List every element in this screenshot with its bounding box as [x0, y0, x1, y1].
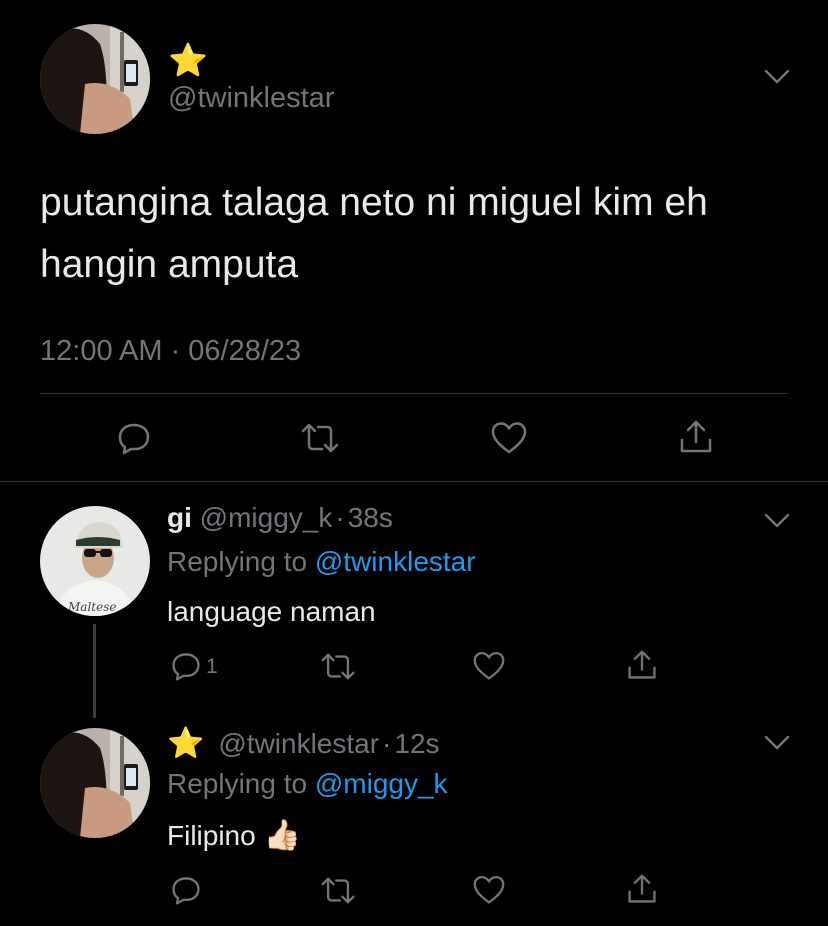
chevron-down-icon[interactable] — [764, 512, 790, 530]
main-tweet: ⭐ @twinklestar putangina talaga neto ni … — [0, 0, 828, 482]
replying-to: Replying to @twinklestar — [167, 544, 476, 580]
reply-icon[interactable] — [170, 650, 202, 682]
chevron-down-icon[interactable] — [764, 734, 790, 752]
retweet-icon[interactable] — [300, 422, 340, 454]
avatar[interactable]: Maltese — [40, 506, 150, 616]
user-handle[interactable]: @miggy_k — [200, 502, 333, 533]
replying-prefix: Replying to — [167, 546, 308, 577]
reply-time[interactable]: 12s — [394, 728, 439, 759]
replying-prefix: Replying to — [167, 768, 308, 799]
reply-text: Filipino 👍🏻 — [167, 816, 301, 856]
tweet-text-line: putangina talaga neto ni miguel kim eh — [40, 181, 708, 224]
thread-line — [93, 624, 96, 718]
replying-to-link[interactable]: @miggy_k — [315, 768, 448, 799]
avatar[interactable] — [40, 24, 150, 134]
chevron-down-icon[interactable] — [764, 68, 790, 86]
tweet-text: putangina talaga neto ni miguel kim eh h… — [40, 172, 708, 296]
share-icon[interactable] — [678, 418, 714, 456]
reply-text-content: Filipino — [167, 820, 256, 851]
star-icon: ⭐ — [167, 727, 205, 760]
user-handle[interactable]: @twinklestar — [218, 728, 379, 759]
replying-to-link[interactable]: @twinklestar — [315, 546, 476, 577]
tweet-text-line: hangin amputa — [40, 243, 299, 286]
share-icon[interactable] — [626, 872, 658, 906]
user-handle[interactable]: @twinklestar — [168, 80, 334, 116]
reply-icon[interactable] — [170, 874, 202, 906]
reply-header: ⭐ @twinklestar · 12s — [167, 724, 440, 764]
display-name[interactable]: gi — [167, 502, 192, 533]
replying-to: Replying to @miggy_k — [167, 766, 448, 802]
separator: · — [382, 728, 392, 759]
avatar[interactable] — [40, 728, 150, 838]
avatar-shirt-text: Maltese — [67, 600, 116, 614]
reply-header: gi @miggy_k · 38s — [167, 500, 393, 536]
share-icon[interactable] — [626, 648, 658, 682]
star-icon: ⭐ — [168, 42, 208, 78]
retweet-icon[interactable] — [320, 876, 356, 905]
like-icon[interactable] — [490, 420, 528, 456]
thumbs-up-icon: 👍🏻 — [263, 819, 301, 852]
like-icon[interactable] — [472, 650, 506, 682]
retweet-icon[interactable] — [320, 652, 356, 681]
tweet-timestamp[interactable]: 12:00 AM · 06/28/23 — [40, 334, 301, 368]
divider — [40, 393, 788, 394]
reply-text: language naman — [167, 596, 376, 627]
like-icon[interactable] — [472, 874, 506, 906]
reply-count: 1 — [206, 655, 218, 678]
reply-icon[interactable] — [116, 420, 152, 456]
reply-time[interactable]: 38s — [348, 502, 393, 533]
reply-tweet[interactable]: Maltese gi @miggy_k · 38s Replying to @twi… — [0, 482, 828, 718]
reply-tweet[interactable]: ⭐ @twinklestar · 12s Replying to @miggy_k F… — [0, 718, 828, 926]
separator: · — [335, 502, 345, 533]
